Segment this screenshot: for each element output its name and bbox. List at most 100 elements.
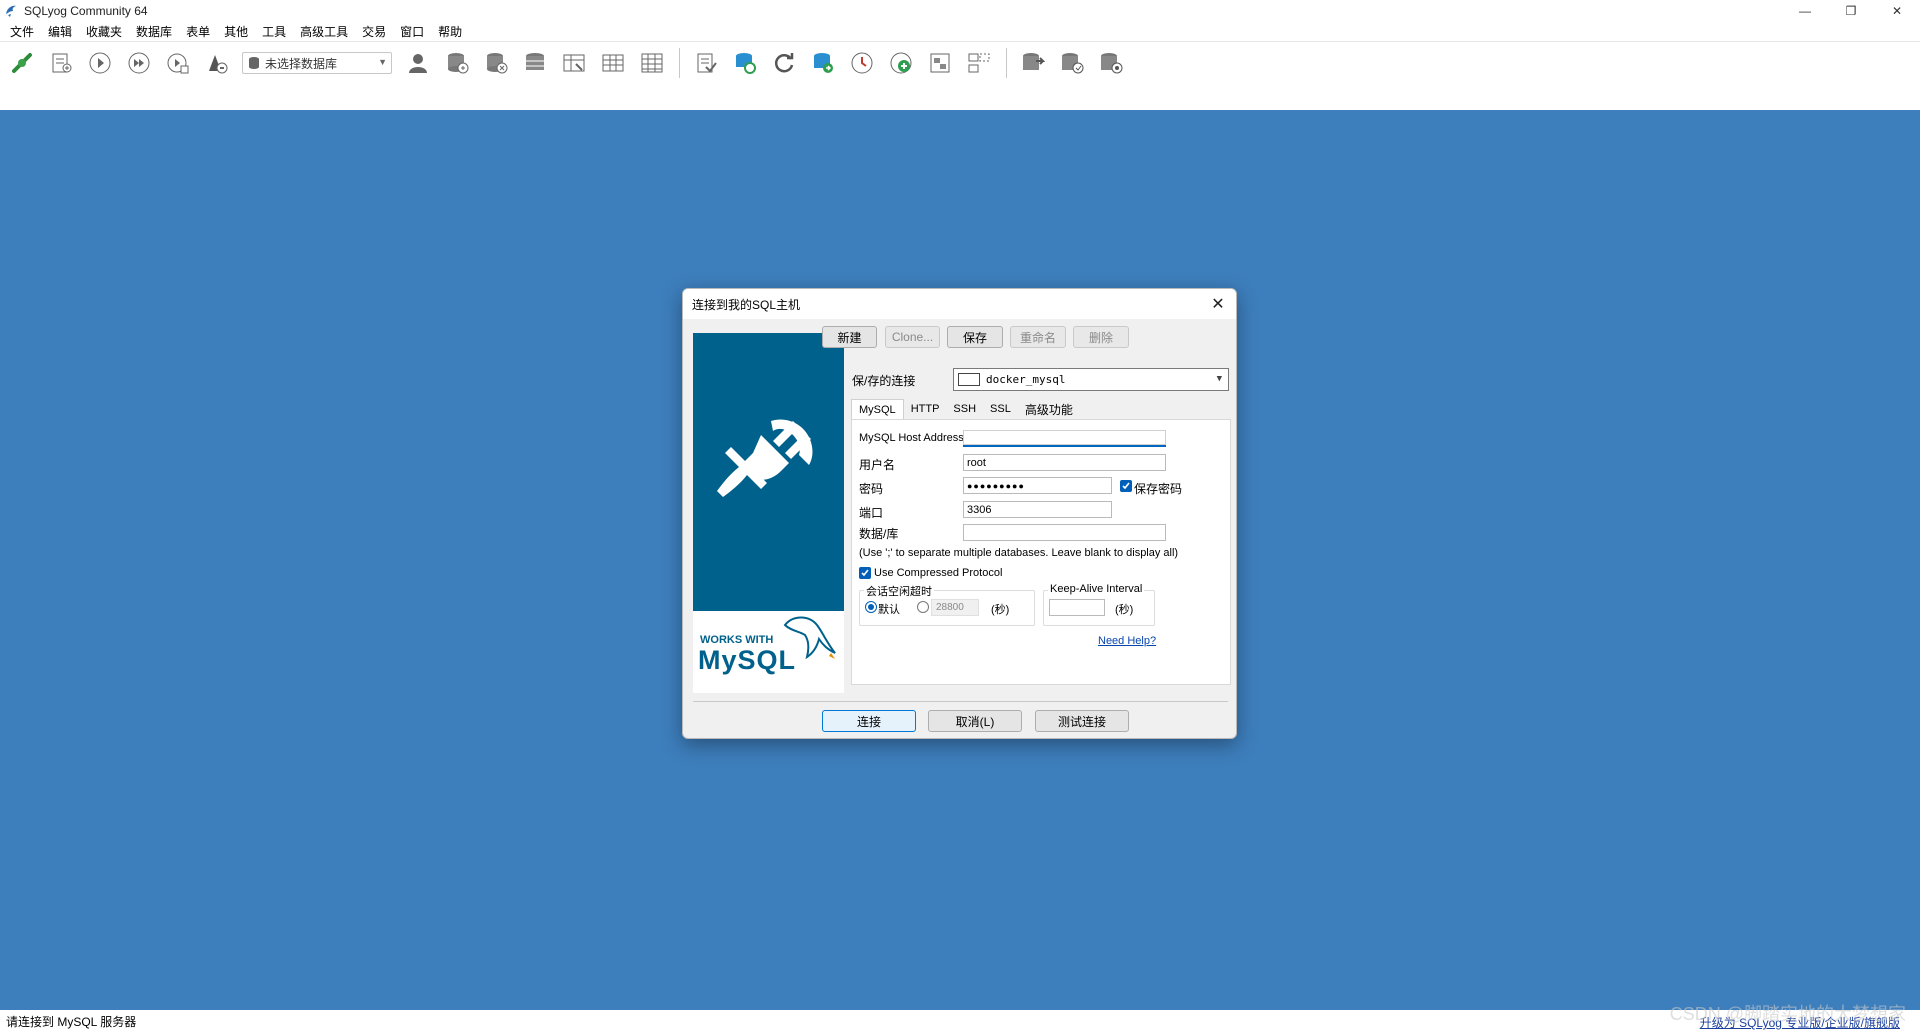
backup-icon[interactable] <box>1017 48 1049 78</box>
menu-tools[interactable]: 工具 <box>255 23 293 40</box>
menu-database[interactable]: 数据库 <box>129 23 179 40</box>
port-label: 端口 <box>859 506 884 520</box>
db-remove-icon[interactable] <box>480 48 512 78</box>
toolbar: 未选择数据库 ▼ <box>0 43 1920 109</box>
close-window-button[interactable]: ✕ <box>1874 0 1920 22</box>
host-label: MySQL Host Address <box>859 432 964 444</box>
tab-advanced[interactable]: 高级功能 <box>1018 399 1080 419</box>
window-controls: — ❐ ✕ <box>1782 0 1920 22</box>
add-job-icon[interactable] <box>885 48 917 78</box>
timeout-default-radio[interactable] <box>865 601 877 613</box>
clone-button[interactable]: Clone... <box>885 326 940 348</box>
plug-icon <box>717 419 813 497</box>
session-timeout-title: 会话空闲超时 <box>864 583 934 599</box>
schema-icon[interactable] <box>924 48 956 78</box>
mysql-tab-panel: MySQL Host Address 用户名 root 密码 ●●●●●●●●●… <box>851 419 1231 685</box>
user-label: 用户名 <box>859 458 896 472</box>
database-select[interactable]: 未选择数据库 ▼ <box>242 52 392 74</box>
save-password-label: 保存密码 <box>1134 482 1183 496</box>
dialog-titlebar: 连接到我的SQL主机 ✕ <box>683 289 1236 319</box>
sqlyog-dolphin-icon <box>6 5 16 17</box>
tab-mysql[interactable]: MySQL <box>851 399 904 420</box>
menu-favorites[interactable]: 收藏夹 <box>79 23 129 40</box>
db-sync-icon[interactable] <box>729 48 761 78</box>
save-button[interactable]: 保存 <box>947 326 1003 348</box>
keepalive-unit-label: (秒) <box>1115 604 1134 616</box>
menu-advanced-tools[interactable]: 高级工具 <box>293 23 355 40</box>
new-connection-icon[interactable] <box>6 48 38 78</box>
restore-icon[interactable] <box>1056 48 1088 78</box>
db-add-icon[interactable] <box>441 48 473 78</box>
stop-icon[interactable] <box>201 48 233 78</box>
close-icon[interactable]: ✕ <box>1208 294 1228 314</box>
keepalive-input[interactable] <box>1049 599 1105 616</box>
dolphin-icon <box>783 616 836 660</box>
db-stack-icon[interactable] <box>519 48 551 78</box>
host-input[interactable] <box>963 430 1166 447</box>
title-bar: SQLyog Community 64 — ❐ ✕ <box>0 0 1920 22</box>
menu-help[interactable]: 帮助 <box>431 23 469 40</box>
toolbar-separator <box>1006 48 1007 78</box>
restore-button[interactable]: ❐ <box>1828 0 1874 22</box>
compressed-protocol-checkbox[interactable] <box>859 567 871 579</box>
menu-window[interactable]: 窗口 <box>393 23 431 40</box>
menu-other[interactable]: 其他 <box>217 23 255 40</box>
user-input[interactable]: root <box>963 454 1166 471</box>
execute-edit-icon[interactable] <box>162 48 194 78</box>
color-swatch <box>958 373 980 386</box>
execute-query-icon[interactable] <box>84 48 116 78</box>
saved-connections-label: 保/存的连接 <box>852 374 916 388</box>
cancel-button[interactable]: 取消(L) <box>928 710 1022 732</box>
timeout-custom-input[interactable]: 28800 <box>931 599 979 616</box>
new-button[interactable]: 新建 <box>822 326 877 348</box>
db-import-icon[interactable] <box>807 48 839 78</box>
new-query-icon[interactable] <box>45 48 77 78</box>
saved-connection-select[interactable]: docker_mysql ▼ <box>953 368 1229 391</box>
keepalive-title: Keep-Alive Interval <box>1048 583 1145 595</box>
need-help-link[interactable]: Need Help? <box>1098 635 1156 647</box>
watermark-text: CSDN @脚踏实地的大梦想家 <box>1669 1004 1906 1024</box>
timeout-custom-radio[interactable] <box>917 601 929 613</box>
save-password-checkbox[interactable] <box>1120 480 1132 492</box>
toolbar-separator <box>679 48 680 78</box>
menu-file[interactable]: 文件 <box>3 23 41 40</box>
delete-button[interactable]: 删除 <box>1073 326 1129 348</box>
menu-table[interactable]: 表单 <box>179 23 217 40</box>
window-title: SQLyog Community 64 <box>24 4 148 18</box>
dialog-title: 连接到我的SQL主机 <box>692 297 801 312</box>
tab-ssh[interactable]: SSH <box>946 399 983 419</box>
export-icon[interactable] <box>690 48 722 78</box>
user-manager-icon[interactable] <box>402 48 434 78</box>
menu-transaction[interactable]: 交易 <box>355 23 393 40</box>
port-input[interactable]: 3306 <box>963 501 1112 518</box>
connect-button[interactable]: 连接 <box>822 710 916 732</box>
refresh-icon[interactable] <box>768 48 800 78</box>
tab-ssl[interactable]: SSL <box>983 399 1018 419</box>
scheduler-icon[interactable] <box>846 48 878 78</box>
connection-tabs: MySQL HTTP SSH SSL 高级功能 <box>851 399 1080 420</box>
database-input[interactable] <box>963 524 1166 541</box>
test-connection-button[interactable]: 测试连接 <box>1035 710 1129 732</box>
execute-all-icon[interactable] <box>123 48 155 78</box>
status-bar: 请连接到 MySQL 服务器 升级为 SQLyog 专业版/企业版/旗舰版 <box>0 1010 1920 1033</box>
dialog-divider <box>693 701 1228 702</box>
minimize-button[interactable]: — <box>1782 0 1828 22</box>
password-label: 密码 <box>859 482 884 496</box>
table-design-icon[interactable] <box>558 48 590 78</box>
timeout-unit-label: (秒) <box>991 604 1010 616</box>
rename-button[interactable]: 重命名 <box>1010 326 1066 348</box>
chevron-down-icon: ▼ <box>378 57 387 67</box>
database-icon <box>249 57 259 69</box>
tab-http[interactable]: HTTP <box>904 399 947 419</box>
struct-icon[interactable] <box>963 48 995 78</box>
compressed-protocol-label: Use Compressed Protocol <box>874 567 1003 579</box>
database-select-value: 未选择数据库 <box>265 56 338 71</box>
menu-edit[interactable]: 编辑 <box>41 23 79 40</box>
connection-dialog: 连接到我的SQL主机 ✕ WORKS WITH MySQL 新建 Clone..… <box>682 288 1237 739</box>
status-text: 请连接到 MySQL 服务器 <box>6 1015 137 1029</box>
password-input[interactable]: ●●●●●●●●● <box>963 477 1112 494</box>
table-grid-icon[interactable] <box>597 48 629 78</box>
database-hint: (Use ';' to separate multiple databases.… <box>859 547 1179 559</box>
db-settings-icon[interactable] <box>1095 48 1127 78</box>
table-data-icon[interactable] <box>636 48 668 78</box>
